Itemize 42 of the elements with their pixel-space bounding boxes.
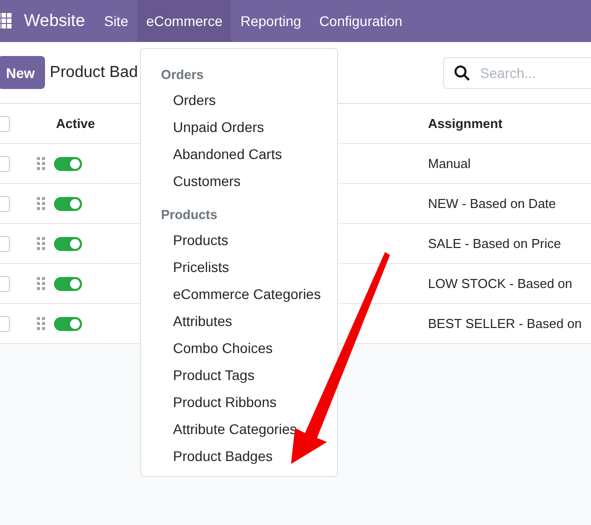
menu-item[interactable]: Abandoned Carts [173, 146, 282, 162]
table-cell: NEW - Based on Date [428, 196, 556, 211]
menu-item[interactable]: Product Ribbons [173, 394, 277, 410]
navbar-menu[interactable]: Reporting [231, 0, 310, 42]
table-cell: SALE - Based on Price [428, 236, 561, 251]
active-toggle[interactable] [54, 236, 82, 250]
menu-item[interactable]: eCommerce Categories [173, 286, 321, 302]
drag-handle-icon[interactable] [37, 237, 45, 250]
table-cell: Manual [428, 156, 471, 171]
table-cell: LOW STOCK - Based on [428, 276, 572, 291]
drag-handle-icon[interactable] [37, 317, 45, 330]
menu-item[interactable]: Product Tags [173, 367, 254, 383]
menu-item[interactable]: Orders [173, 92, 216, 108]
breadcrumb-title: Product Bad [50, 64, 138, 82]
column-header[interactable]: Assignment [428, 116, 502, 131]
new-button[interactable]: New [0, 56, 45, 89]
search-icon [454, 64, 470, 80]
menu-item[interactable]: Product Badges [173, 448, 273, 464]
menu-item[interactable]: Attribute Categories [173, 421, 297, 437]
menu-item[interactable]: Attributes [173, 313, 232, 329]
active-toggle[interactable] [54, 156, 82, 170]
navbar-menu[interactable]: eCommerce [137, 0, 232, 42]
apps-grid-icon[interactable] [0, 13, 12, 29]
menu-item[interactable]: Pricelists [173, 259, 230, 275]
menu-item[interactable]: Combo Choices [173, 340, 273, 356]
navbar-menu[interactable]: Configuration [310, 0, 412, 42]
search-field[interactable]: Search... [443, 56, 591, 88]
drag-handle-icon[interactable] [37, 277, 45, 290]
navbar-menu[interactable]: Site [95, 0, 138, 42]
menu-item[interactable]: Products [173, 232, 228, 248]
table-cell: BEST SELLER - Based on [428, 316, 582, 331]
active-toggle[interactable] [54, 276, 82, 290]
menu-item[interactable]: Unpaid Orders [173, 119, 264, 135]
drag-handle-icon[interactable] [37, 197, 45, 210]
menu-item[interactable]: Customers [173, 173, 241, 189]
column-header[interactable]: Active [56, 116, 96, 131]
drag-handle-icon[interactable] [37, 157, 45, 170]
active-toggle[interactable] [54, 196, 82, 210]
active-toggle[interactable] [54, 316, 82, 330]
menu-section-header: Orders [161, 67, 204, 82]
menu-section-header: Products [161, 207, 218, 222]
app-name[interactable]: Website [24, 11, 86, 31]
